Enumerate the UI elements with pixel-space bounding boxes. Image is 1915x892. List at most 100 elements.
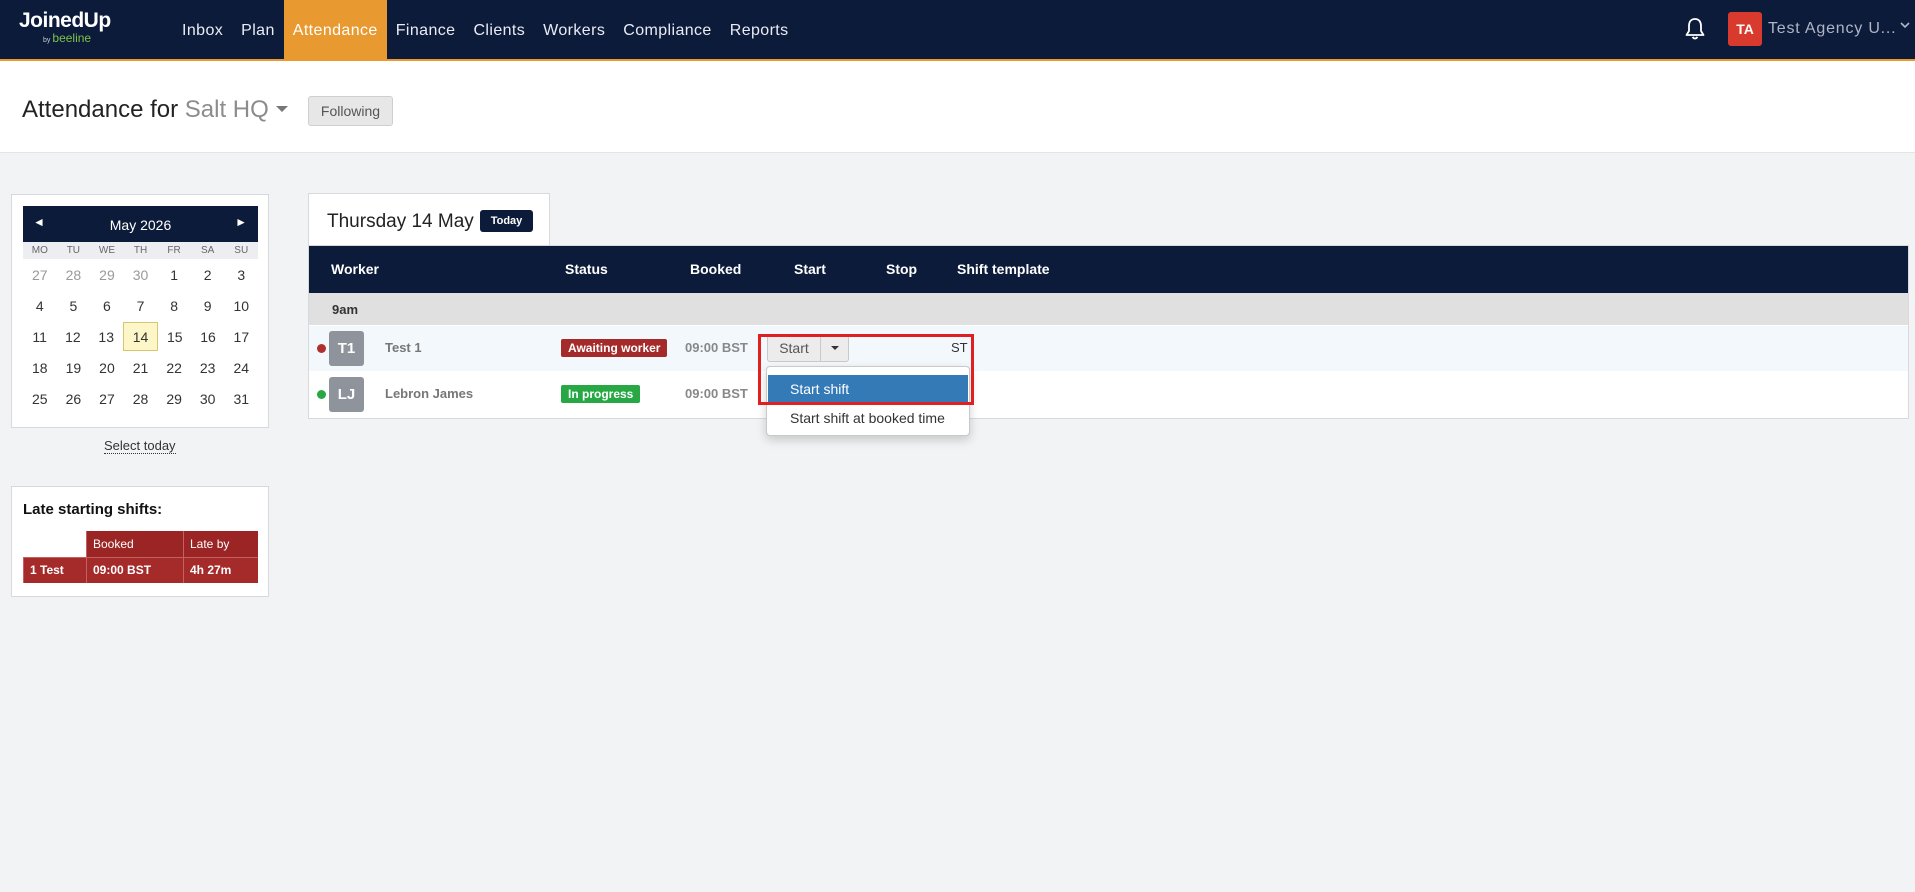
weekday-label: SA (201, 245, 215, 256)
table-row[interactable]: LJ Lebron James In progress 09:00 BST (309, 372, 1908, 417)
calendar-day[interactable]: 28 (57, 259, 91, 290)
menu-item-start-shift[interactable]: Start shift (768, 375, 968, 402)
calendar-week: 18 19 20 21 22 23 24 (23, 352, 258, 383)
calendar-day[interactable]: 28 (124, 383, 158, 414)
status-badge: Awaiting worker (561, 339, 668, 357)
calendar-day[interactable]: 19 (57, 352, 91, 383)
time-group-row: 9am (309, 293, 1908, 325)
attendance-grid: Worker Status Booked Start Stop Shift te… (308, 245, 1909, 419)
start-dropdown-toggle[interactable] (820, 335, 848, 361)
brand-name: JoinedUp (19, 9, 111, 32)
weekday-label: TH (133, 245, 148, 256)
calendar-day[interactable]: 5 (57, 290, 91, 321)
brand-by: by (43, 37, 51, 44)
calendar-day[interactable]: 4 (23, 290, 57, 321)
calendar-day[interactable]: 23 (191, 352, 225, 383)
select-today-link[interactable]: Select today (104, 438, 176, 454)
calendar-day[interactable]: 3 (224, 259, 258, 290)
caret-down-icon[interactable] (276, 106, 288, 112)
menu-item-start-at-booked-time[interactable]: Start shift at booked time (768, 404, 968, 431)
calendar-day[interactable]: 29 (90, 259, 124, 290)
table-row[interactable]: T1 Test 1 Awaiting worker 09:00 BST Star… (309, 326, 1908, 371)
calendar-week: 11 12 13 14 15 16 17 (23, 321, 258, 352)
calendar-day[interactable]: 27 (90, 383, 124, 414)
calendar-day[interactable]: 20 (90, 352, 124, 383)
weekday-label: MO (31, 245, 48, 256)
late-col-booked: Booked (86, 531, 184, 557)
calendar-day[interactable]: 14 (122, 322, 159, 351)
calendar-day[interactable]: 8 (157, 290, 191, 321)
calendar-day[interactable]: 10 (224, 290, 258, 321)
nav-finance[interactable]: Finance (387, 0, 465, 61)
user-avatar[interactable]: TA (1728, 12, 1762, 46)
calendar-day[interactable]: 17 (225, 321, 258, 352)
calendar-day[interactable]: 30 (191, 383, 225, 414)
calendar-day[interactable]: 24 (224, 352, 258, 383)
page-title-prefix: Attendance for (22, 96, 179, 123)
weekday-label: TU (66, 245, 81, 256)
calendar-month: May 2026 (109, 217, 172, 233)
booked-time: 09:00 BST (685, 340, 748, 355)
following-button[interactable]: Following (308, 96, 393, 126)
late-col-lateby: Late by (183, 531, 258, 557)
weekday-label: FR (167, 245, 181, 256)
user-name[interactable]: Test Agency U... (1768, 20, 1896, 38)
weekday-label: WE (98, 245, 115, 256)
col-start: Start (794, 261, 826, 277)
avatar: T1 (329, 331, 364, 366)
calendar-day[interactable]: 16 (191, 321, 224, 352)
calendar-day[interactable]: 2 (191, 259, 225, 290)
calendar-day[interactable]: 18 (23, 352, 57, 383)
location-selector[interactable]: Salt HQ (185, 96, 269, 123)
calendar-day[interactable]: 7 (124, 290, 158, 321)
late-shifts-table: Booked Late by 1 Test 09:00 BST 4h 27m (23, 531, 258, 583)
late-col-worker (23, 531, 87, 557)
nav-compliance[interactable]: Compliance (614, 0, 720, 61)
calendar-week: 27 28 29 30 1 2 3 (23, 259, 258, 290)
calendar-day[interactable]: 11 (23, 321, 56, 352)
calendar-day[interactable]: 31 (224, 383, 258, 414)
col-shift-template: Shift template (957, 261, 1050, 277)
calendar-day[interactable]: 9 (191, 290, 225, 321)
nav-plan[interactable]: Plan (232, 0, 284, 61)
calendar-weekdays: MO TU WE TH FR SA SU (23, 242, 258, 259)
nav-clients[interactable]: Clients (464, 0, 534, 61)
col-worker: Worker (331, 261, 379, 277)
time-group-label: 9am (332, 302, 359, 317)
weekday-label: SU (234, 245, 249, 256)
calendar-day[interactable]: 29 (157, 383, 191, 414)
calendar-day[interactable]: 27 (23, 259, 57, 290)
col-booked: Booked (690, 261, 742, 277)
col-stop: Stop (886, 261, 918, 277)
main-menu: Inbox Plan Attendance Finance Clients Wo… (173, 0, 798, 61)
late-shifts-panel: Late starting shifts: Booked Late by 1 T… (11, 486, 269, 597)
chevron-down-icon[interactable] (1900, 20, 1910, 30)
calendar-day[interactable]: 12 (56, 321, 89, 352)
today-button[interactable]: Today (480, 210, 533, 232)
col-status: Status (565, 261, 608, 277)
calendar-day[interactable]: 26 (57, 383, 91, 414)
nav-attendance[interactable]: Attendance (283, 0, 387, 61)
bell-icon[interactable] (1684, 17, 1706, 41)
calendar-day[interactable]: 30 (124, 259, 158, 290)
late-booked: 09:00 BST (86, 556, 184, 583)
worker-name[interactable]: Test 1 (385, 340, 422, 355)
calendar-day[interactable]: 13 (90, 321, 123, 352)
calendar-day[interactable]: 25 (23, 383, 57, 414)
start-button[interactable]: Start (768, 335, 820, 361)
calendar-day[interactable]: 15 (158, 321, 191, 352)
table-row[interactable]: 1 Test 09:00 BST 4h 27m (23, 556, 258, 583)
nav-inbox[interactable]: Inbox (173, 0, 232, 61)
calendar-day[interactable]: 22 (157, 352, 191, 383)
nav-reports[interactable]: Reports (721, 0, 798, 61)
calendar-day[interactable]: 21 (124, 352, 158, 383)
worker-name[interactable]: Lebron James (385, 386, 473, 401)
calendar-day[interactable]: 6 (90, 290, 124, 321)
calendar-day[interactable]: 1 (157, 259, 191, 290)
start-split-button: Start (767, 334, 849, 362)
late-worker[interactable]: 1 Test (23, 556, 87, 583)
next-month-icon[interactable]: ► (235, 215, 247, 229)
brand-logo[interactable]: JoinedUp by beeline (19, 9, 111, 46)
top-nav: JoinedUp by beeline Inbox Plan Attendance… (0, 0, 1915, 61)
nav-workers[interactable]: Workers (534, 0, 614, 61)
